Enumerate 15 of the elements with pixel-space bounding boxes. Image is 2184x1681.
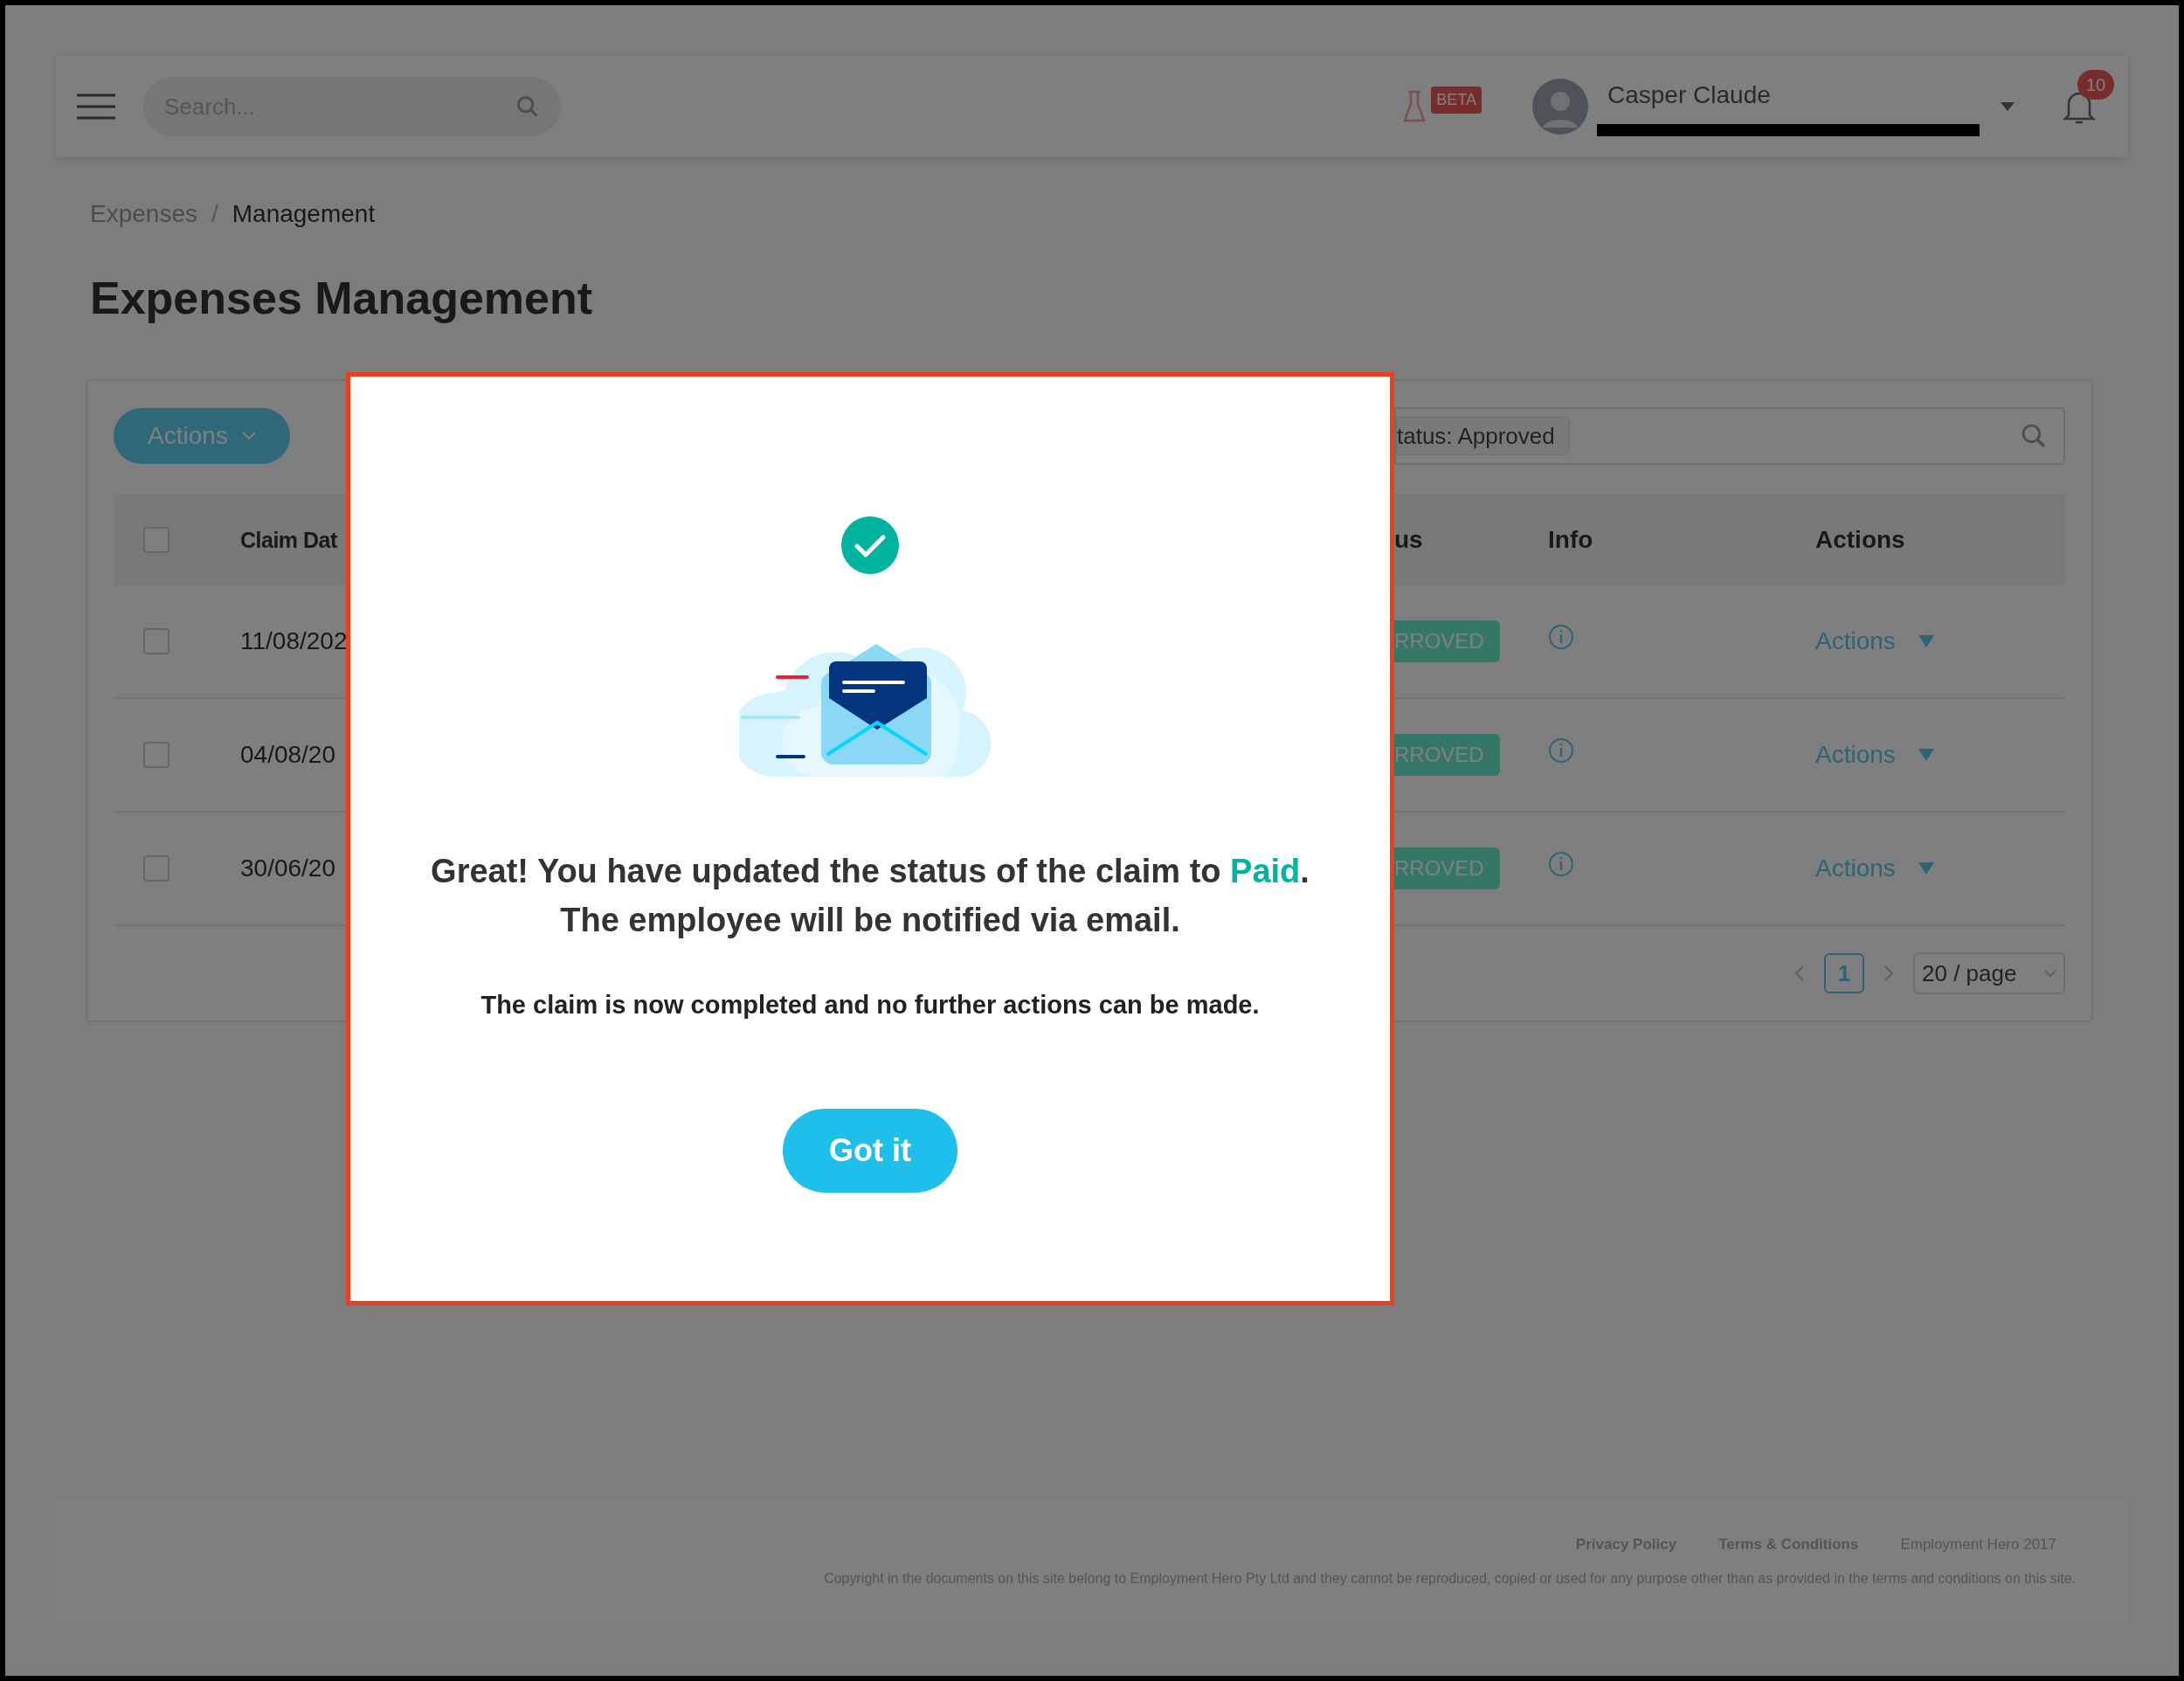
table-cell: 04/08/20 [240, 741, 335, 768]
table-cell: 30/06/20 [240, 854, 335, 882]
status-badge: RROVED [1394, 734, 1500, 776]
notification-count-badge: 10 [2077, 70, 2115, 100]
status-badge: RROVED [1394, 847, 1500, 889]
beta-badge: BETA [1431, 86, 1482, 114]
status-badge: RROVED [1394, 620, 1500, 662]
breadcrumb-item: Management [232, 199, 376, 229]
dialog-note: The claim is now completed and no further actions can be made. [480, 990, 1260, 1020]
column-header: Info [1548, 526, 1593, 553]
page-title: Expenses Management [90, 272, 594, 325]
dialog-message: Great! You have updated the status of the claim to Paid. The employee will be notified via email. [431, 852, 1310, 940]
table-cell: 11/08/202 [240, 627, 348, 654]
breadcrumb-separator: / [211, 199, 218, 229]
column-header: Actions [1815, 526, 1905, 553]
